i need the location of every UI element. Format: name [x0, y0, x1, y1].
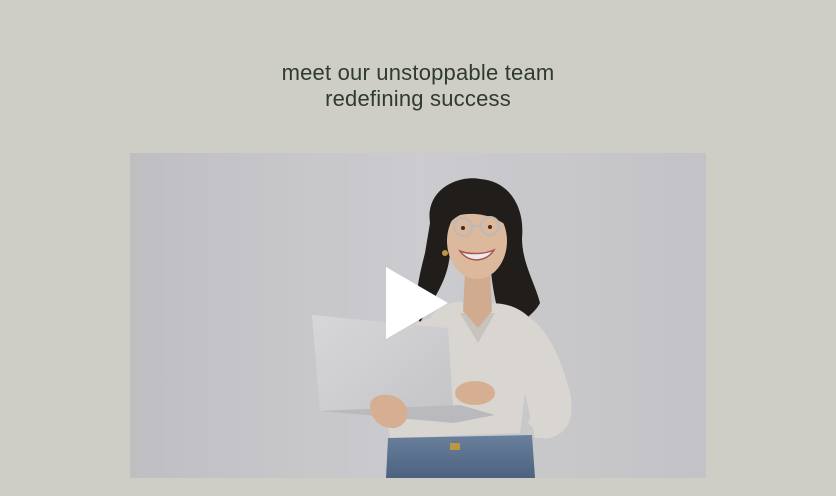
section-heading: meet our unstoppable team redefining suc…	[0, 60, 836, 112]
play-icon[interactable]	[380, 263, 460, 343]
team-video-player[interactable]	[130, 153, 706, 478]
section-heading-line-1: meet our unstoppable team	[281, 60, 555, 85]
section-heading-line-2: redefining success	[325, 86, 511, 111]
